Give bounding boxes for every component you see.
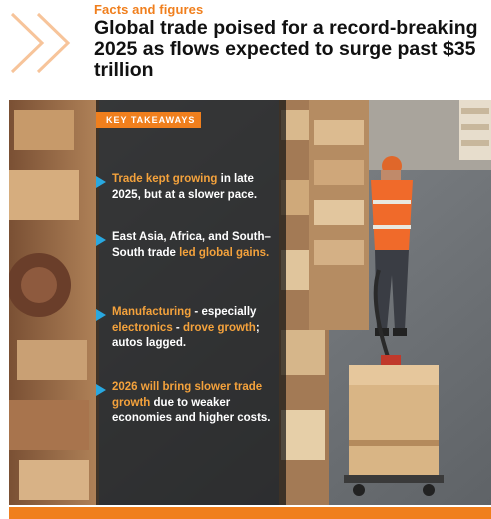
warehouse-photo: KEY TAKEAWAYS Trade kept growing in late…	[9, 100, 491, 505]
bullet-triangle-icon	[96, 176, 106, 188]
takeaway-highlight: Trade kept growing	[112, 173, 218, 185]
takeaway-highlight: drove growth	[182, 321, 256, 334]
bullet-triangle-icon	[96, 384, 106, 396]
bullet-triangle-icon	[96, 309, 106, 321]
takeaway-text: - especially	[191, 306, 257, 318]
takeaway-highlight: Manufacturing	[112, 306, 192, 318]
page-title: Global trade poised for a record-breakin…	[94, 17, 478, 81]
takeaway-highlight: led global gains.	[179, 246, 270, 259]
bullet-triangle-icon	[96, 234, 106, 246]
header: Facts and figures Global trade poised fo…	[0, 0, 491, 100]
takeaway-highlight: electronics	[112, 321, 173, 334]
takeaway-text: -	[172, 321, 183, 334]
chevron-arrows-icon	[10, 12, 71, 74]
kicker: Facts and figures	[94, 2, 204, 17]
key-takeaways-label: KEY TAKEAWAYS	[96, 112, 202, 128]
footer-accent-bar	[9, 507, 491, 519]
key-takeaways-panel: KEY TAKEAWAYS Trade kept growing in late…	[96, 100, 286, 505]
